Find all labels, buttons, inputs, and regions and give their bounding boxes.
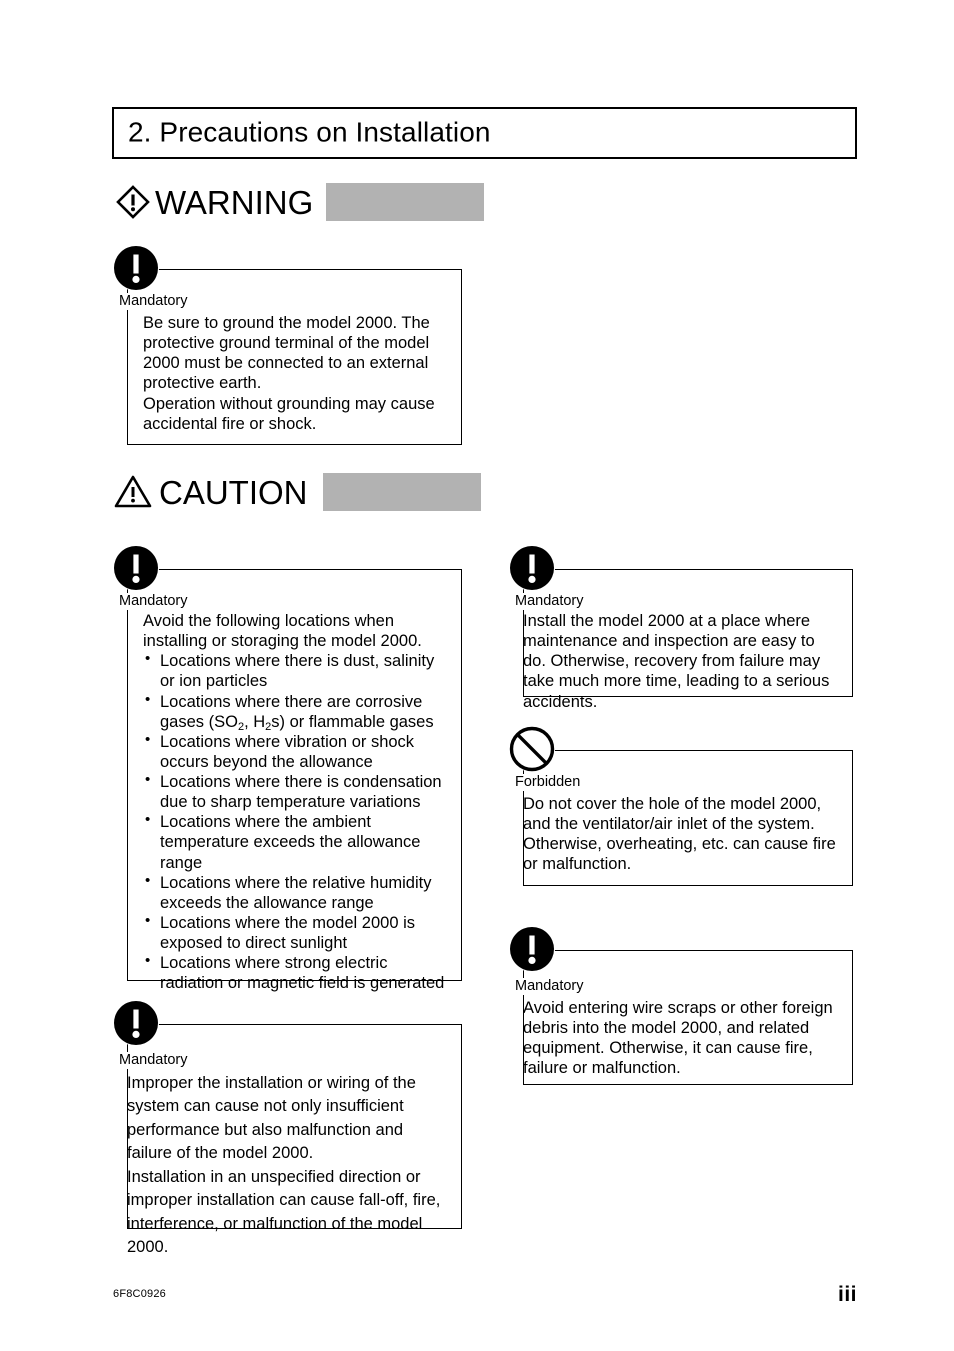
caution-label: CAUTION — [159, 473, 308, 511]
advisory-text: Be sure to ground the model 2000. The pr… — [143, 313, 450, 434]
forbidden-circle-slash-icon — [509, 726, 555, 772]
list-item: Locations where vibration or shock occur… — [143, 731, 450, 772]
mandatory-exclamation-icon — [509, 926, 555, 972]
list-item: Locations where there is dust, salinity … — [143, 650, 450, 691]
advisory-grounding: Mandatory Be sure to ground the model 20… — [113, 245, 462, 445]
advisory-paragraph: Installation in an unspecified direction… — [127, 1167, 441, 1256]
mandatory-exclamation-icon — [113, 545, 159, 591]
list-item: Locations where the ambient temperature … — [143, 811, 450, 872]
advisory-text: Avoid entering wire scraps or other fore… — [523, 998, 841, 1079]
advisory-paragraph: Install the model 2000 at a place where … — [523, 612, 830, 711]
mandatory-exclamation-icon — [113, 1000, 159, 1046]
caution-gray-bar — [322, 473, 481, 511]
document-page: 2. Precautions on Installation WARNING M… — [0, 0, 954, 1351]
list-item: Locations where strong electric radiatio… — [143, 952, 450, 993]
advisory-text: Improper the installation or wiring of t… — [127, 1072, 448, 1259]
advisory-paragraph: Operation without grounding may cause ac… — [143, 394, 435, 433]
advisory-paragraph: Do not cover the hole of the model 2000,… — [523, 795, 822, 834]
advisory-list: Locations where there is dust, salinity … — [143, 650, 450, 993]
advisory-intro: Avoid the following locations when insta… — [143, 612, 422, 651]
advisory-kind-label: Forbidden — [515, 774, 584, 791]
advisory-paragraph: Otherwise, overheating, etc. can cause f… — [523, 835, 836, 874]
warning-banner: WARNING — [112, 180, 485, 224]
advisory-text: Do not cover the hole of the model 2000,… — [523, 794, 841, 875]
footer-page-number: iii — [837, 1283, 857, 1306]
footer-document-code: 6F8C0926 — [113, 1288, 166, 1300]
warning-diamond-icon — [112, 181, 154, 223]
chapter-title-box: 2. Precautions on Installation — [112, 107, 857, 159]
advisory-kind-label: Mandatory — [515, 593, 587, 610]
list-item: Locations where there is condensation du… — [143, 771, 450, 812]
advisory-locations: Mandatory Avoid the following locations … — [113, 545, 462, 992]
advisory-paragraph: Avoid entering wire scraps or other fore… — [523, 999, 833, 1078]
caution-banner: CAUTION — [112, 470, 481, 514]
advisory-kind-label: Mandatory — [515, 978, 587, 995]
advisory-kind-label: Mandatory — [119, 593, 191, 610]
advisory-foreign-debris: Mandatory Avoid entering wire scraps or … — [509, 926, 853, 1085]
mandatory-exclamation-icon — [509, 545, 555, 591]
advisory-text: Install the model 2000 at a place where … — [523, 611, 841, 712]
advisory-kind-label: Mandatory — [119, 1052, 191, 1069]
list-item: Locations where the model 2000 is expose… — [143, 912, 450, 953]
list-item: Locations where there are corrosive gase… — [143, 690, 450, 732]
advisory-improper-installation: Mandatory Improper the installation or w… — [113, 1000, 462, 1256]
advisory-paragraph: Improper the installation or wiring of t… — [127, 1074, 416, 1163]
advisory-text: Avoid the following locations when insta… — [143, 611, 450, 993]
advisory-kind-label: Mandatory — [119, 293, 191, 310]
mandatory-exclamation-icon — [113, 245, 159, 291]
advisory-paragraph: Be sure to ground the model 2000. The pr… — [143, 314, 430, 393]
warning-gray-bar — [326, 183, 485, 221]
warning-label: WARNING — [155, 183, 314, 221]
list-item: Locations where the relative humidity ex… — [143, 872, 450, 913]
advisory-maintenance-access: Mandatory Install the model 2000 at a pl… — [509, 545, 853, 711]
caution-triangle-icon — [112, 471, 154, 513]
advisory-forbidden-cover: Forbidden Do not cover the hole of the m… — [509, 726, 853, 886]
page-title: 2. Precautions on Installation — [128, 116, 491, 148]
